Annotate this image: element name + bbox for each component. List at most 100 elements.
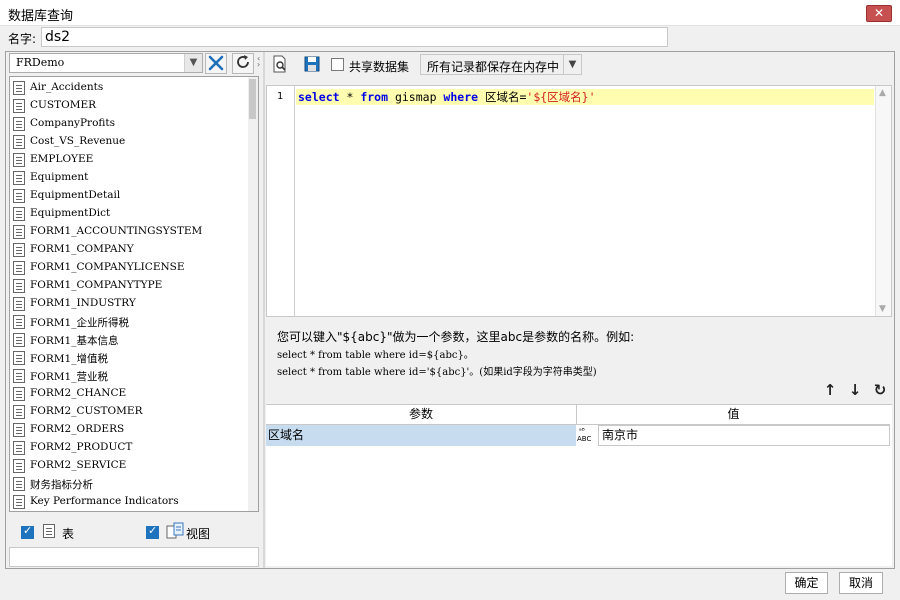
window-title: 数据库查询 (8, 9, 74, 24)
scroll-down-icon[interactable]: ▼ (879, 304, 886, 314)
list-item[interactable]: FORM1_基本信息 (10, 331, 248, 349)
move-down-icon[interactable]: ↓ (847, 382, 863, 398)
table-name: EquipmentDetail (30, 189, 121, 201)
table-search-input[interactable] (9, 547, 259, 567)
view-icon (166, 522, 184, 539)
param-name: 区域名 (266, 425, 576, 446)
table-name: FORM1_ACCOUNTINGSYSTEM (30, 225, 203, 237)
table-icon (13, 297, 25, 311)
list-item[interactable]: Cost_VS_Revenue (10, 133, 248, 151)
param-value-input[interactable]: 南京市 (598, 425, 890, 446)
list-item[interactable]: FORM2_CUSTOMER (10, 403, 248, 421)
list-item[interactable]: CUSTOMER (10, 97, 248, 115)
keyword-where: where (443, 90, 479, 104)
table-icon (13, 153, 25, 167)
show-views-label: 视图 (186, 527, 211, 541)
table-name: FORM1_INDUSTRY (30, 297, 136, 309)
cancel-button[interactable]: 取消 (839, 572, 883, 594)
scroll-up-icon[interactable]: ▲ (879, 88, 886, 98)
table-name: FORM1_企业所得税 (30, 317, 129, 329)
list-item[interactable]: FORM1_营业税 (10, 367, 248, 385)
table-icon (13, 99, 25, 113)
tools-icon (208, 55, 224, 71)
list-item[interactable]: FORM2_PRODUCT (10, 439, 248, 457)
refresh-button[interactable] (232, 53, 254, 74)
table-icon (13, 243, 25, 257)
table-icon (13, 423, 25, 437)
share-dataset-label: 共享数据集 (349, 60, 410, 74)
table-icon (13, 261, 25, 275)
left-pane: FRDemo ▼ ‹ › Air_Accidents CUSTOMER Company… (6, 52, 263, 568)
code-star: * (339, 90, 361, 104)
connection-settings-button[interactable] (205, 53, 227, 74)
save-mode-value: 所有记录都保存在内存中 (427, 60, 560, 74)
table-icon (13, 315, 25, 329)
text-type-icon[interactable]: ᵃᴮ ABC (577, 426, 597, 445)
list-item[interactable]: EquipmentDetail (10, 187, 248, 205)
code-param: '${区域名}' (526, 90, 596, 104)
list-item[interactable]: Air_Accidents (10, 79, 248, 97)
table-icon (13, 279, 25, 293)
list-item[interactable]: FORM1_企业所得税 (10, 313, 248, 331)
table-icon (13, 387, 25, 401)
close-button[interactable]: ✕ (866, 5, 892, 22)
table-name: FORM1_基本信息 (30, 335, 119, 347)
name-input[interactable]: ds2 (41, 27, 668, 47)
show-tables-checkbox[interactable] (21, 524, 34, 539)
chevron-down-icon[interactable]: ▼ (184, 54, 202, 72)
table-name: CUSTOMER (30, 99, 97, 111)
table-icon (13, 495, 25, 509)
list-item[interactable]: FORM2_CHANCE (10, 385, 248, 403)
datasource-select[interactable]: FRDemo ▼ (9, 53, 203, 73)
list-item[interactable]: Equipment (10, 169, 248, 187)
table-icon (13, 441, 25, 455)
list-item[interactable]: FORM1_COMPANY (10, 241, 248, 259)
save-query-icon[interactable] (303, 55, 321, 73)
list-item[interactable]: FORM1_ACCOUNTINGSYSTEM (10, 223, 248, 241)
list-item[interactable]: CompanyProfits (10, 115, 248, 133)
list-item[interactable]: EquipmentDict (10, 205, 248, 223)
move-up-icon[interactable]: ↑ (822, 382, 838, 398)
list-item[interactable]: FORM1_INDUSTRY (10, 295, 248, 313)
collapse-arrows-icon[interactable]: ‹ › (257, 55, 260, 69)
show-views-checkbox[interactable] (146, 524, 159, 539)
table-name: FORM1_COMPANYTYPE (30, 279, 163, 291)
table-icon (13, 477, 25, 491)
hint-line-3: select * from table where id='${abc}'。(如… (277, 367, 597, 378)
refresh-params-icon[interactable]: ↻ (872, 382, 888, 398)
name-row: 名字: ds2 (0, 26, 900, 50)
table-icon (13, 369, 25, 383)
table-name: FORM2_CUSTOMER (30, 405, 143, 417)
editor-scrollbar[interactable]: ▲ ▼ (875, 86, 891, 316)
list-item[interactable]: FORM2_ORDERS (10, 421, 248, 439)
table-icon (13, 405, 25, 419)
name-label: 名字: (8, 32, 37, 46)
sql-editor[interactable]: 1 select * from gismap where 区域名='${区域名}… (266, 85, 892, 317)
code-table: gismap (388, 90, 444, 104)
table-icon (13, 225, 25, 239)
param-header-value: 值 (577, 405, 890, 425)
list-item[interactable]: Key Performance Indicators (10, 493, 248, 511)
table-icon (13, 351, 25, 365)
save-mode-select[interactable]: 所有记录都保存在内存中 ▼ (420, 54, 582, 75)
list-item[interactable]: EMPLOYEE (10, 151, 248, 169)
list-item[interactable]: FORM1_增值税 (10, 349, 248, 367)
list-item[interactable]: 财务指标分析 (10, 475, 248, 493)
preview-icon[interactable] (271, 55, 289, 73)
list-item[interactable]: FORM1_COMPANYTYPE (10, 277, 248, 295)
list-item[interactable]: FORM2_SERVICE (10, 457, 248, 475)
chevron-down-icon[interactable]: ▼ (563, 55, 581, 74)
keyword-select: select (298, 90, 340, 104)
refresh-icon (237, 55, 249, 68)
share-dataset-checkbox[interactable] (331, 58, 344, 71)
table-list-scrollbar[interactable] (248, 77, 258, 511)
list-item[interactable]: FORM1_COMPANYLICENSE (10, 259, 248, 277)
scrollbar-thumb[interactable] (249, 79, 256, 119)
table-icon (43, 524, 55, 538)
ok-button[interactable]: 确定 (785, 572, 828, 594)
table-name: FORM1_增值税 (30, 353, 108, 365)
table-row[interactable]: 区域名 ᵃᴮ ABC 南京市 (266, 425, 890, 446)
table-list: Air_Accidents CUSTOMER CompanyProfits Cost_… (9, 76, 259, 512)
code-line[interactable]: select * from gismap where 区域名='${区域名}' (296, 89, 874, 105)
table-name: Cost_VS_Revenue (30, 135, 126, 147)
